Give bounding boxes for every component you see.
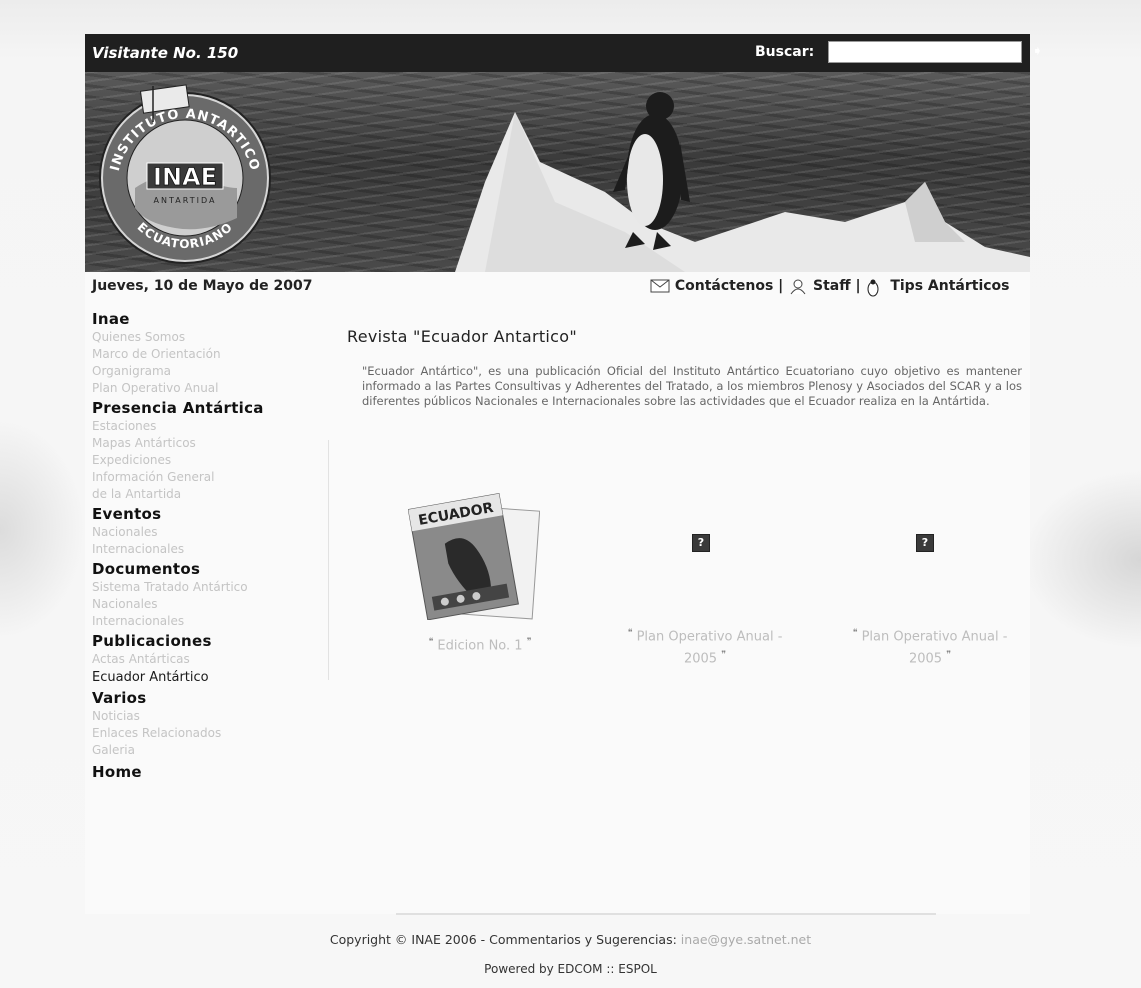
sidebar-section-publicaciones: Publicaciones Actas Antárticas Ecuador A… (92, 632, 332, 687)
publication-item-1: ❝ Edicion No. 1 ❞ (400, 633, 560, 655)
scan-shadow-left (0, 420, 85, 640)
sidebar-item[interactable]: Estaciones (92, 418, 332, 435)
sidebar-section-documentos: Documentos Sistema Tratado Antártico Nac… (92, 560, 332, 630)
current-date: Jueves, 10 de Mayo de 2007 (92, 278, 313, 294)
sidebar-heading[interactable]: Documentos (92, 560, 332, 579)
footer-copyright: Copyright © INAE 2006 - Commentarios y S… (0, 932, 1141, 947)
footer-powered-by: Powered by EDCOM :: ESPOL (484, 962, 657, 976)
sidebar-item[interactable]: Quienes Somos (92, 329, 332, 346)
sidebar-section-varios: Varios Noticias Enlaces Relacionados Gal… (92, 689, 332, 759)
contact-email-link[interactable]: inae@gye.satnet.net (681, 932, 811, 947)
sidebar-item[interactable]: Internacionales (92, 613, 332, 630)
envelope-icon (650, 279, 670, 293)
sidebar-heading[interactable]: Publicaciones (92, 632, 332, 651)
magazine-cover-image[interactable]: ECUADOR (407, 490, 541, 621)
publication-link-year[interactable]: 2005 (684, 652, 717, 667)
sidebar-heading[interactable]: Eventos (92, 505, 332, 524)
publication-item-3: ❝ Plan Operativo Anual - 2005 ❞ (820, 624, 1040, 669)
penguin-icon (865, 279, 885, 297)
quote-close-icon: ❞ (946, 650, 952, 661)
staff-icon (788, 279, 808, 295)
publication-item-2: ❝ Plan Operativo Anual - 2005 ❞ (590, 624, 820, 669)
search-input[interactable] (828, 41, 1022, 63)
contact-link[interactable]: Contáctenos | (675, 278, 783, 294)
sidebar-item[interactable]: Internacionales (92, 541, 332, 558)
sidebar-section-home: Home (92, 763, 332, 782)
quote-open-icon: ❝ (428, 637, 434, 647)
header-banner: INAE ANTARTIDA INSTITUTO ANTARTICO ECUAT… (85, 72, 1030, 272)
sidebar-item[interactable]: Mapas Antárticos (92, 435, 332, 452)
search-label: Buscar: (755, 44, 815, 60)
publication-link[interactable]: Plan Operativo Anual - (862, 629, 1008, 644)
sidebar-item[interactable]: Nacionales (92, 596, 332, 613)
svg-text:ANTARTIDA: ANTARTIDA (154, 196, 217, 205)
scan-shadow-right (1021, 470, 1141, 650)
sidebar-item[interactable]: Enlaces Relacionados (92, 725, 332, 742)
sidebar-item[interactable]: Sistema Tratado Antártico (92, 579, 332, 596)
publication-link[interactable]: Edicion No. 1 (437, 638, 522, 653)
publication-link-year[interactable]: 2005 (909, 652, 942, 667)
footer-divider (396, 913, 936, 915)
missing-image-icon[interactable]: ? (916, 534, 934, 552)
sidebar-item[interactable]: Actas Antárticas (92, 651, 332, 668)
missing-image-icon[interactable]: ? (692, 534, 710, 552)
copyright-text: Copyright © INAE 2006 - Commentarios y S… (329, 932, 681, 947)
tips-link[interactable]: Tips Antárticos (890, 278, 1009, 294)
sidebar-item[interactable]: Expediciones (92, 452, 332, 469)
quote-close-icon: ❞ (526, 637, 532, 647)
page-title: Revista "Ecuador Antartico" (347, 327, 577, 346)
sidebar-section-inae: Inae Quienes Somos Marco de Orientación … (92, 310, 332, 397)
search-submit-arrow-icon[interactable]: ➧ (1032, 44, 1043, 59)
sidebar-item[interactable]: Noticias (92, 708, 332, 725)
sidebar-item[interactable]: Marco de Orientación (92, 346, 332, 363)
sidebar-heading[interactable]: Home (92, 763, 332, 782)
sidebar-item[interactable]: Organigrama (92, 363, 332, 380)
page-description: "Ecuador Antártico", es una publicación … (362, 364, 1022, 408)
staff-link[interactable]: Staff | (813, 278, 861, 294)
sidebar-item[interactable]: Información General (92, 469, 332, 486)
sidebar-section-eventos: Eventos Nacionales Internacionales (92, 505, 332, 558)
sidebar-heading[interactable]: Inae (92, 310, 332, 329)
quote-open-icon: ❝ (627, 628, 633, 638)
sidebar-item[interactable]: Nacionales (92, 524, 332, 541)
top-links: Contáctenos | Staff | Tips Antárticos (650, 278, 1010, 297)
quote-close-icon: ❞ (721, 650, 727, 661)
inae-logo: INAE ANTARTIDA INSTITUTO ANTARTICO ECUAT… (99, 84, 271, 264)
banner-illustration: INAE ANTARTIDA INSTITUTO ANTARTICO ECUAT… (99, 84, 1030, 272)
sidebar-section-presencia: Presencia Antártica Estaciones Mapas Ant… (92, 399, 332, 503)
sidebar-heading[interactable]: Presencia Antártica (92, 399, 332, 418)
publication-link[interactable]: Plan Operativo Anual - (637, 629, 783, 644)
sidebar-nav: Inae Quienes Somos Marco de Orientación … (92, 310, 332, 784)
visitor-counter: Visitante No. 150 (92, 44, 239, 62)
sidebar-item[interactable]: Galeria (92, 742, 332, 759)
sidebar-heading[interactable]: Varios (92, 689, 332, 708)
svg-text:INAE: INAE (153, 163, 217, 191)
sidebar-item-active[interactable]: Ecuador Antártico (92, 668, 332, 687)
sidebar-item[interactable]: de la Antartida (92, 486, 332, 503)
sidebar-item[interactable]: Plan Operativo Anual (92, 380, 332, 397)
quote-open-icon: ❝ (852, 628, 858, 638)
sidebar-divider (328, 440, 329, 680)
